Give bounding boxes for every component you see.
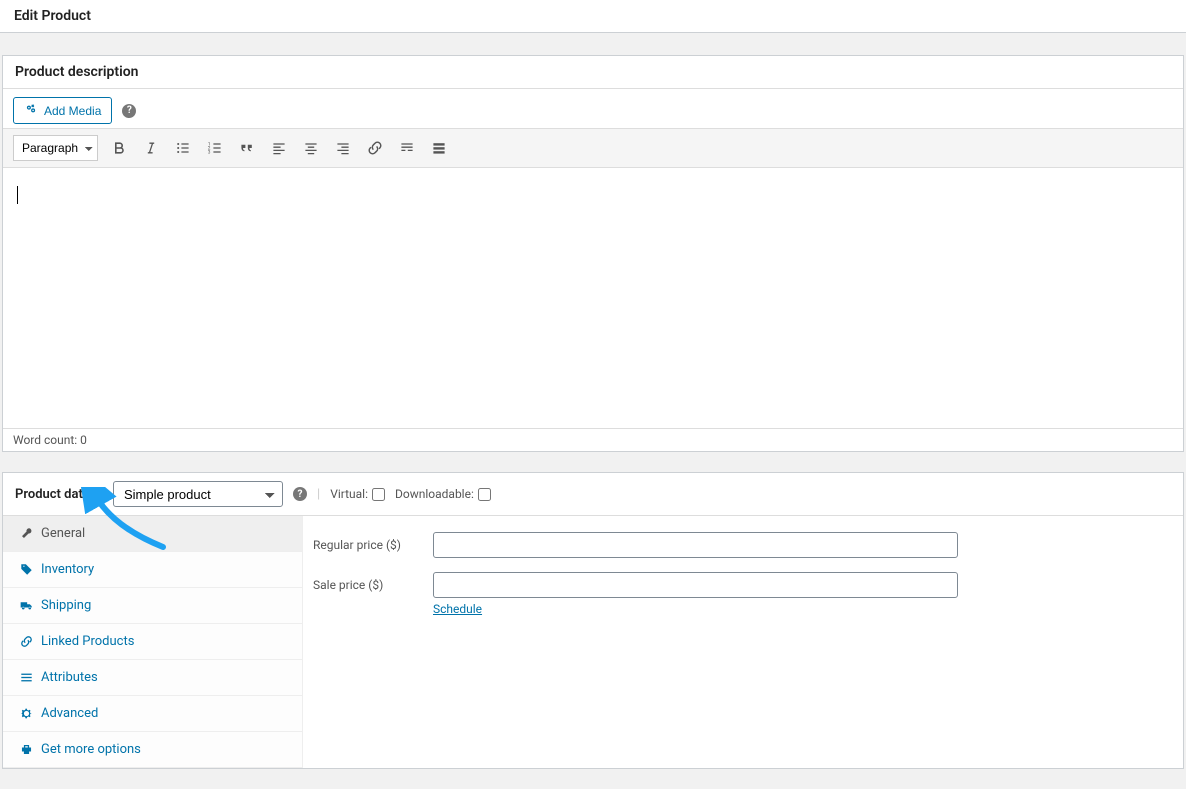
align-right-button[interactable]	[332, 137, 354, 159]
divider: |	[317, 487, 320, 502]
tab-get-more-options[interactable]: Get more options	[3, 732, 302, 768]
tab-advanced-label: Advanced	[41, 706, 98, 721]
product-description-header: Product description	[3, 56, 1183, 89]
regular-price-row: Regular price ($)	[313, 532, 1173, 558]
bold-button[interactable]	[108, 137, 130, 159]
product-data-tabs: General Inventory Shipping Linked Produc…	[3, 516, 303, 768]
editor-content[interactable]	[3, 168, 1183, 428]
gear-icon	[19, 707, 33, 721]
virtual-checkbox[interactable]	[372, 488, 385, 501]
tab-advanced[interactable]: Advanced	[3, 696, 302, 732]
help-icon[interactable]: ?	[122, 104, 136, 118]
align-left-button[interactable]	[268, 137, 290, 159]
truck-icon	[19, 599, 33, 613]
product-data-body: General Inventory Shipping Linked Produc…	[3, 516, 1183, 768]
tab-shipping[interactable]: Shipping	[3, 588, 302, 624]
list-icon	[19, 671, 33, 685]
schedule-link[interactable]: Schedule	[433, 602, 482, 616]
product-type-select[interactable]: Simple product	[113, 481, 283, 507]
tab-general[interactable]: General	[3, 516, 302, 552]
sale-price-row: Sale price ($)	[313, 572, 1173, 598]
insert-more-button[interactable]	[396, 137, 418, 159]
spacer	[0, 33, 1186, 55]
add-media-button[interactable]: Add Media	[13, 97, 112, 124]
add-media-label: Add Media	[44, 104, 101, 118]
paragraph-select[interactable]: Paragraph	[13, 135, 98, 161]
regular-price-label: Regular price ($)	[313, 538, 433, 552]
toolbar-toggle-button[interactable]	[428, 137, 450, 159]
virtual-checkbox-wrapper[interactable]: Virtual:	[330, 487, 385, 501]
italic-button[interactable]	[140, 137, 162, 159]
plugin-icon	[19, 743, 33, 757]
virtual-label: Virtual:	[330, 487, 368, 501]
tab-attributes-label: Attributes	[41, 670, 98, 685]
word-count: Word count: 0	[3, 428, 1183, 451]
tab-attributes[interactable]: Attributes	[3, 660, 302, 696]
sale-price-label: Sale price ($)	[313, 578, 433, 592]
sale-price-input[interactable]	[433, 572, 958, 598]
add-media-icon	[24, 102, 38, 119]
tab-inventory-label: Inventory	[41, 562, 94, 577]
product-type-help-icon[interactable]: ?	[293, 487, 307, 501]
editor-toolbar: Paragraph 123	[3, 128, 1183, 168]
downloadable-label: Downloadable:	[395, 487, 474, 501]
product-data-panel: Product data — Simple product ? | Virtua…	[2, 472, 1184, 769]
schedule-link-row: Schedule	[433, 602, 1173, 616]
page-header: Edit Product	[0, 0, 1186, 33]
downloadable-checkbox-wrapper[interactable]: Downloadable:	[395, 487, 491, 501]
downloadable-checkbox[interactable]	[478, 488, 491, 501]
tab-more-label: Get more options	[41, 742, 141, 757]
tab-shipping-label: Shipping	[41, 598, 91, 613]
bullet-list-button[interactable]	[172, 137, 194, 159]
media-row: Add Media ?	[3, 89, 1183, 128]
product-data-content: Regular price ($) Sale price ($) Schedul…	[303, 516, 1183, 768]
svg-text:3: 3	[208, 150, 211, 156]
link-icon	[19, 635, 33, 649]
link-button[interactable]	[364, 137, 386, 159]
tag-icon	[19, 563, 33, 577]
number-list-button[interactable]: 123	[204, 137, 226, 159]
tab-linked-products[interactable]: Linked Products	[3, 624, 302, 660]
product-data-header: Product data — Simple product ? | Virtua…	[3, 473, 1183, 516]
product-description-title: Product description	[15, 64, 138, 80]
text-caret	[17, 186, 18, 204]
page-title: Edit Product	[14, 8, 1172, 24]
align-center-button[interactable]	[300, 137, 322, 159]
regular-price-input[interactable]	[433, 532, 958, 558]
wrench-icon	[19, 527, 33, 541]
product-description-panel: Product description Add Media ? Paragrap…	[2, 55, 1184, 452]
product-data-label: Product data —	[15, 487, 103, 502]
quote-button[interactable]	[236, 137, 258, 159]
tab-inventory[interactable]: Inventory	[3, 552, 302, 588]
tab-linked-label: Linked Products	[41, 634, 134, 649]
tab-general-label: General	[41, 526, 85, 541]
